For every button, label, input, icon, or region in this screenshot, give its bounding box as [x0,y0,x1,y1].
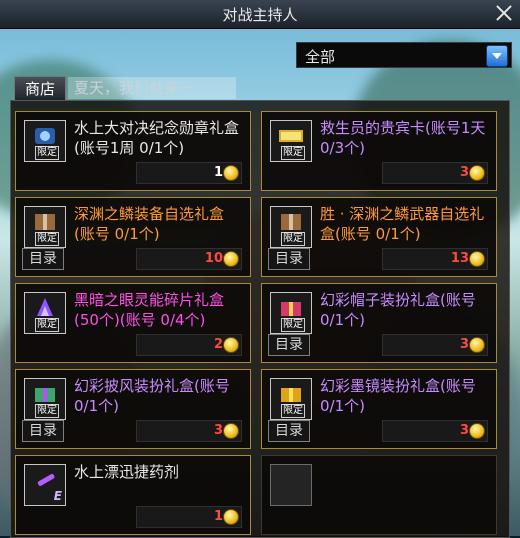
item-icon: 限定 [270,120,312,162]
item-icon: 限定 [270,292,312,334]
limited-badge: 限定 [281,146,305,160]
coin-icon [469,165,485,181]
shop-item-card[interactable]: 限定 胜 · 深渊之鳞武器自选礼盒(账号 0/1个) 目录 13 [261,197,497,277]
shop-item-card[interactable]: 限定 黑暗之眼灵能碎片礼盒(50个)(账号 0/4个) 2 [15,283,251,363]
shop-item-card[interactable]: E 水上漂迅捷药剂 1 [15,455,251,535]
limited-badge: 限定 [35,318,59,332]
item-icon: 限定 [24,292,66,334]
item-name: 深渊之鳞装备自选礼盒(账号 0/1个) [74,205,225,243]
limited-badge: 限定 [35,232,59,246]
dropdown-selected-value: 全部 [305,48,336,66]
item-price: 3 [213,423,223,438]
item-price: 3 [459,165,469,180]
item-name: 救生员的贵宾卡(账号1天 0/3个) [320,119,486,157]
price-bar: 3 [136,420,242,442]
catalog-button[interactable]: 目录 [268,420,310,442]
limited-badge: 限定 [281,318,305,332]
item-name: 水上大对决纪念勋章礼盒(账号1周 0/1个) [74,119,240,157]
item-icon: 限定 [24,120,66,162]
empty-card [261,455,497,535]
item-price: 13 [450,251,469,266]
item-icon: 限定 [270,206,312,248]
item-icon: 限定 [24,206,66,248]
shop-item-card[interactable]: 限定 幻彩帽子装扮礼盒(账号 0/1个) 目录 3 [261,283,497,363]
item-price: 2 [213,337,223,352]
coin-icon [469,251,485,267]
tab-shop[interactable]: 商店 [14,76,66,101]
ticker-text: 夏天，我们就来一 [68,77,236,99]
price-bar: 1 [136,506,242,528]
item-price: 3 [459,423,469,438]
item-name: 黑暗之眼灵能碎片礼盒(50个)(账号 0/4个) [74,291,225,329]
title-bar: 对战主持人 [0,0,520,29]
e-badge: E [53,489,62,503]
shop-item-card[interactable]: 限定 深渊之鳞装备自选礼盒(账号 0/1个) 目录 10 [15,197,251,277]
catalog-button[interactable]: 目录 [22,248,64,270]
limited-badge: 限定 [35,404,59,418]
coin-icon [223,165,239,181]
category-dropdown[interactable]: 全部 [296,42,512,68]
close-icon[interactable] [494,3,514,23]
item-price: 1 [213,165,223,180]
limited-badge: 限定 [281,232,305,246]
coin-icon [223,509,239,525]
item-price: 3 [459,337,469,352]
shop-item-card[interactable]: 限定 幻彩披风装扮礼盒(账号 0/1个) 目录 3 [15,369,251,449]
item-price: 10 [204,251,223,266]
shop-item-card[interactable]: 限定 水上大对决纪念勋章礼盒(账号1周 0/1个) 1 [15,111,251,191]
chevron-down-icon[interactable] [486,45,508,67]
coin-icon [223,251,239,267]
catalog-button[interactable]: 目录 [268,334,310,356]
price-bar: 1 [136,162,242,184]
price-bar: 13 [382,248,488,270]
coin-icon [469,423,485,439]
item-icon: E [24,464,66,506]
limited-badge: 限定 [35,146,59,160]
catalog-button[interactable]: 目录 [268,248,310,270]
limited-badge: 限定 [281,404,305,418]
catalog-button[interactable]: 目录 [22,420,64,442]
item-name: 幻彩墨镜装扮礼盒(账号 0/1个) [320,377,476,415]
empty-item-slot [270,464,312,506]
coin-icon [469,337,485,353]
coin-icon [223,337,239,353]
item-price: 1 [213,509,223,524]
price-bar: 3 [382,334,488,356]
price-bar: 3 [382,420,488,442]
window-title: 对战主持人 [222,6,298,24]
price-bar: 3 [382,162,488,184]
item-name: 胜 · 深渊之鳞武器自选礼盒(账号 0/1个) [320,205,485,243]
item-name: 幻彩帽子装扮礼盒(账号 0/1个) [320,291,476,329]
shop-item-card[interactable]: 限定 救生员的贵宾卡(账号1天 0/3个) 3 [261,111,497,191]
price-bar: 10 [136,248,242,270]
coin-icon [223,423,239,439]
item-icon: 限定 [270,378,312,420]
item-name: 水上漂迅捷药剂 [74,463,180,481]
item-name: 幻彩披风装扮礼盒(账号 0/1个) [74,377,230,415]
item-icon: 限定 [24,378,66,420]
price-bar: 2 [136,334,242,356]
shop-panel: 限定 水上大对决纪念勋章礼盒(账号1周 0/1个) 1 限定 救生员的贵宾卡(账… [10,100,510,538]
shop-item-card[interactable]: 限定 幻彩墨镜装扮礼盒(账号 0/1个) 目录 3 [261,369,497,449]
